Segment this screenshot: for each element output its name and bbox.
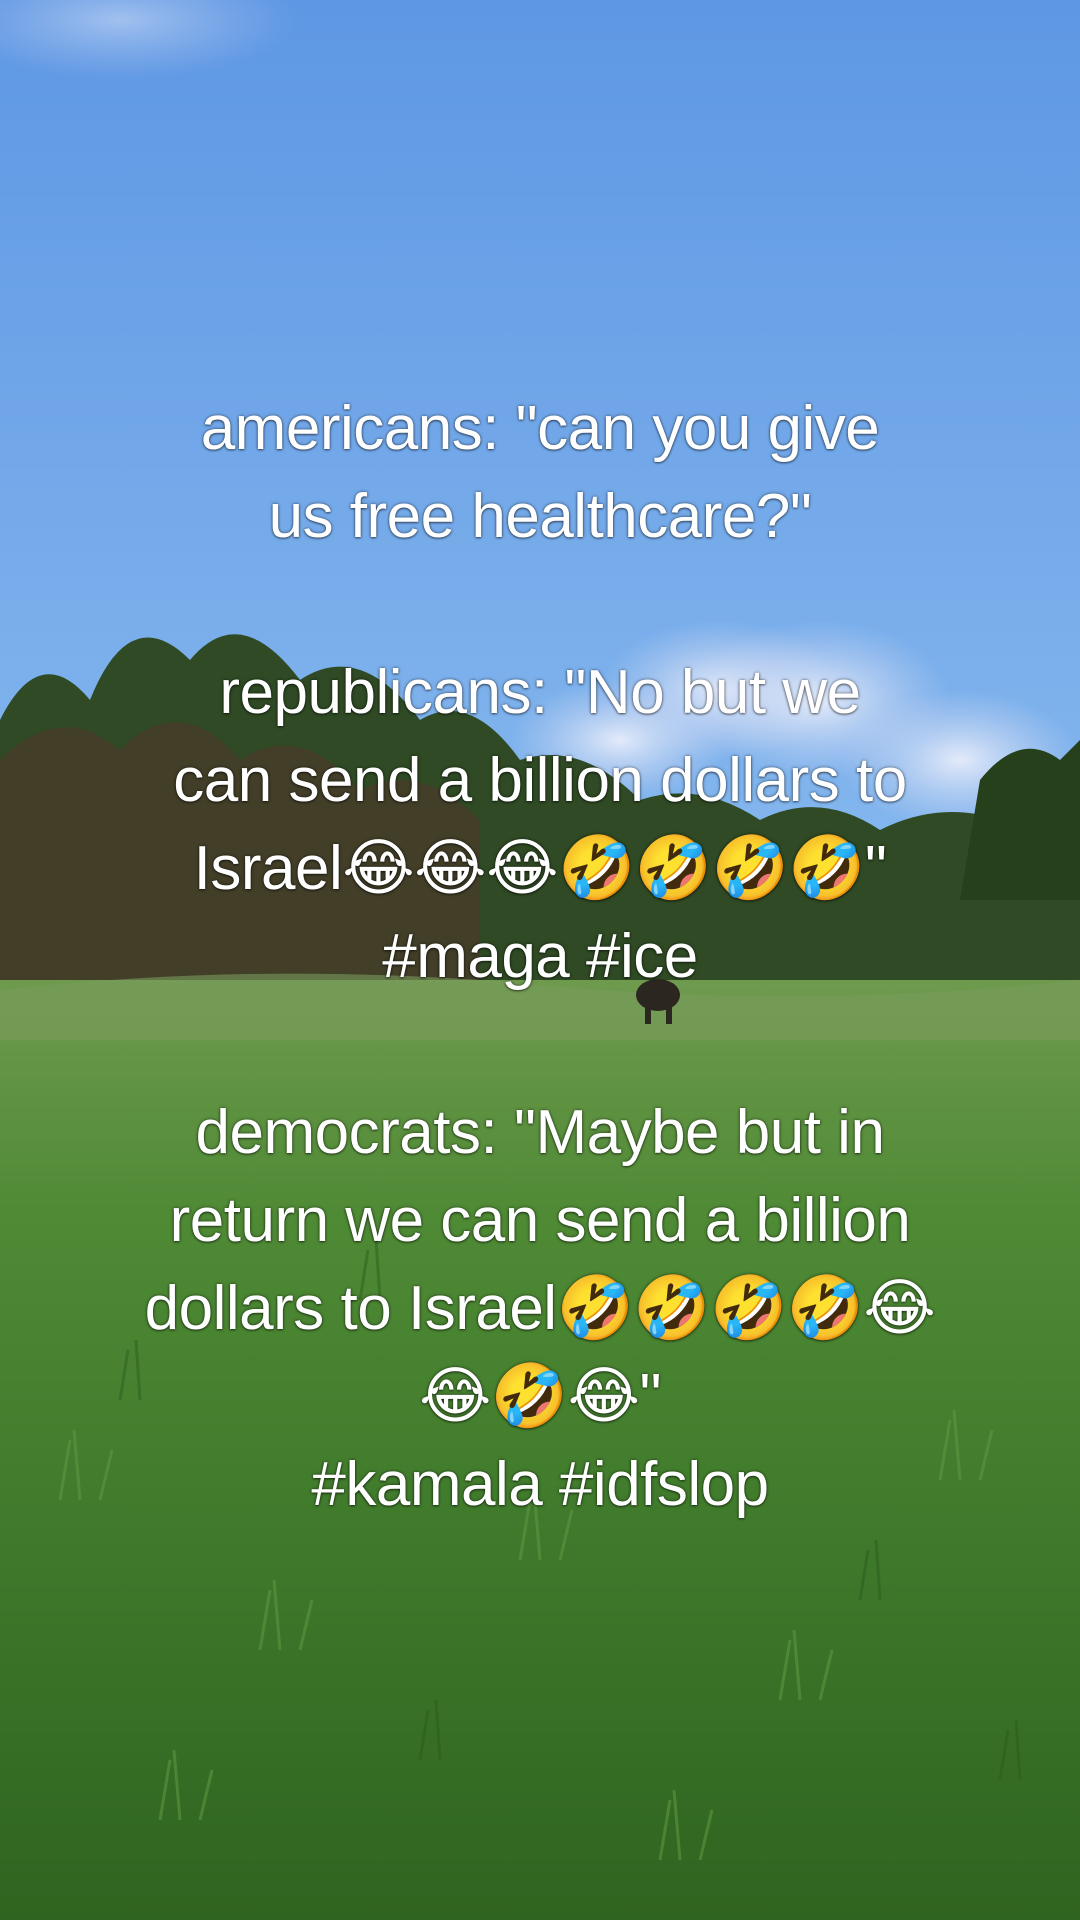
caption-line: return we can send a billion bbox=[169, 1186, 911, 1255]
caption-line: dollars to Israel🤣🤣🤣🤣😂 bbox=[144, 1274, 936, 1343]
caption-line: democrats: "Maybe but in bbox=[195, 1098, 885, 1167]
caption-hashtags: #maga #ice bbox=[382, 922, 698, 991]
caption-line: can send a billion dollars to bbox=[173, 746, 907, 815]
video-frame[interactable]: americans: "can you give us free healthc… bbox=[0, 0, 1080, 1920]
caption-hashtags: #kamala #idfslop bbox=[311, 1450, 769, 1519]
caption-line: americans: "can you give bbox=[200, 394, 880, 463]
caption-line: republicans: "No but we bbox=[219, 658, 861, 727]
caption-line: Israel😂😂😂🤣🤣🤣🤣" bbox=[193, 834, 887, 903]
caption-line: 😂🤣😂" bbox=[418, 1362, 662, 1431]
caption-line: us free healthcare?" bbox=[268, 482, 812, 551]
video-caption-overlay: americans: "can you give us free healthc… bbox=[60, 385, 1020, 1529]
